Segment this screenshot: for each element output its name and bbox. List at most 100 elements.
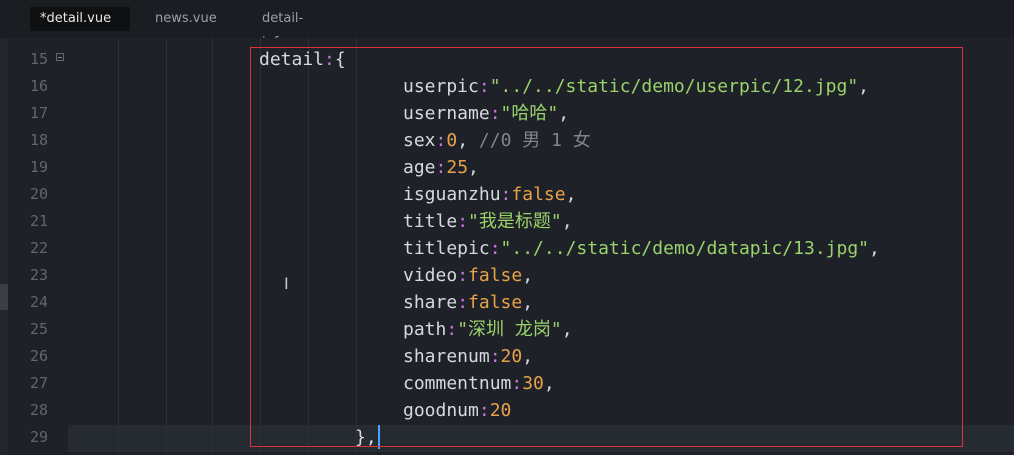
line-number: 24: [29, 293, 48, 311]
code-line[interactable]: userpic:"../../static/demo/userpic/12.jp…: [403, 73, 869, 100]
code-colon: :: [489, 238, 501, 259]
code-line[interactable]: video:false,: [403, 262, 533, 289]
tab-bar: *detail.vue news.vue detail-info.vue: [0, 0, 1014, 50]
tab-detail-vue[interactable]: *detail.vue: [30, 7, 130, 31]
code-number: 30: [522, 373, 544, 394]
code-number: 20: [500, 346, 523, 367]
code-colon: :: [324, 49, 335, 70]
code-brace: {: [334, 49, 346, 70]
line-number: 29: [29, 428, 48, 446]
text-cursor-icon: I: [284, 274, 289, 293]
line-number: 22: [29, 239, 48, 257]
code-colon: :: [446, 319, 458, 340]
editor-left-strip: [0, 38, 8, 455]
code-punct: ,: [561, 319, 573, 340]
code-key: sex: [403, 130, 436, 151]
code-string: "../../static/demo/datapic/13.jpg": [500, 238, 870, 259]
code-punct: ,: [561, 211, 573, 232]
line-number-gutter: 15 16 17 18 19 20 21 22 23 24 25 26 27 2…: [8, 38, 68, 455]
line-number: 26: [29, 347, 48, 365]
code-punct: ,: [558, 103, 570, 124]
code-line[interactable]: detail:{: [259, 46, 346, 73]
code-colon: :: [457, 265, 469, 286]
code-colon: :: [457, 211, 469, 232]
left-strip-marker: [0, 284, 8, 310]
code-key: sharenum: [403, 346, 490, 367]
code-key: userpic: [403, 76, 479, 97]
code-boolean: false: [511, 184, 566, 205]
code-colon: :: [511, 373, 523, 394]
code-number: 0: [446, 130, 458, 151]
current-line-highlight: [68, 425, 1014, 452]
code-line[interactable]: username:"哈哈",: [403, 100, 569, 127]
line-number: 21: [29, 212, 48, 230]
code-key: title: [403, 211, 458, 232]
code-punct: ,: [522, 346, 534, 367]
code-key: goodnum: [403, 400, 479, 421]
code-string: "../../static/demo/userpic/12.jpg": [489, 76, 859, 97]
fold-minus-icon[interactable]: [56, 53, 64, 61]
line-number: 19: [29, 158, 48, 176]
code-punct: ,: [869, 238, 880, 259]
code-key: titlepic: [403, 238, 490, 259]
code-number: 25: [446, 157, 469, 178]
code-comment: //0 男 1 女: [478, 130, 591, 151]
tab-news-vue[interactable]: news.vue: [145, 7, 245, 31]
code-colon: :: [435, 130, 447, 151]
indent-guide: [118, 38, 119, 455]
code-colon: :: [478, 400, 490, 421]
line-number: 20: [29, 185, 48, 203]
code-line[interactable]: share:false,: [403, 289, 533, 316]
code-boolean: false: [468, 265, 523, 286]
code-punct: ,: [457, 130, 479, 151]
line-number: 27: [29, 374, 48, 392]
code-editor-window: *detail.vue news.vue detail-info.vue 15 …: [0, 0, 1014, 455]
code-colon: :: [457, 292, 469, 313]
code-line[interactable]: },: [355, 424, 377, 451]
code-key: commentnum: [403, 373, 512, 394]
code-colon: :: [500, 184, 512, 205]
code-line[interactable]: sharenum:20,: [403, 343, 533, 370]
code-string: "哈哈": [500, 103, 559, 124]
line-number: 25: [29, 320, 48, 338]
code-key: path: [403, 319, 447, 340]
code-punct: ,: [468, 157, 479, 178]
code-colon: :: [489, 103, 501, 124]
code-key: username: [403, 103, 490, 124]
indent-guide: [212, 38, 213, 455]
line-number: 16: [29, 77, 48, 95]
code-colon: :: [489, 346, 501, 367]
line-number: 23: [29, 266, 48, 284]
code-string: "深圳 龙岗": [457, 319, 562, 340]
code-key: video: [403, 265, 458, 286]
code-line[interactable]: commentnum:30,: [403, 370, 555, 397]
code-closing-brace: },: [355, 427, 377, 448]
code-punct: ,: [522, 292, 534, 313]
indent-guide: [356, 38, 357, 455]
text-caret: [378, 425, 380, 449]
code-line[interactable]: goodnum:20: [403, 397, 511, 424]
indent-guide: [308, 38, 309, 455]
code-line[interactable]: sex:0, //0 男 1 女: [403, 127, 591, 154]
line-number: 28: [29, 401, 48, 419]
code-line[interactable]: path:"深圳 龙岗",: [403, 316, 573, 343]
code-punct: ,: [565, 184, 577, 205]
code-key: detail: [259, 49, 325, 70]
code-punct: ,: [543, 373, 555, 394]
line-number: 15: [29, 50, 48, 68]
code-boolean: false: [468, 292, 523, 313]
indent-guide: [166, 38, 167, 455]
editor-area[interactable]: 15 16 17 18 19 20 21 22 23 24 25 26 27 2…: [0, 38, 1014, 455]
code-key: share: [403, 292, 458, 313]
indent-guide: [260, 38, 261, 455]
code-line[interactable]: age:25,: [403, 154, 479, 181]
code-punct: ,: [858, 76, 870, 97]
line-number: 18: [29, 131, 48, 149]
code-key: age: [403, 157, 436, 178]
tab-detail-info-vue[interactable]: detail-info.vue: [252, 7, 362, 50]
code-line[interactable]: isguanzhu:false,: [403, 181, 576, 208]
code-punct: ,: [522, 265, 534, 286]
code-colon: :: [478, 76, 490, 97]
code-line[interactable]: titlepic:"../../static/demo/datapic/13.j…: [403, 235, 880, 262]
code-line[interactable]: title:"我是标题",: [403, 208, 573, 235]
